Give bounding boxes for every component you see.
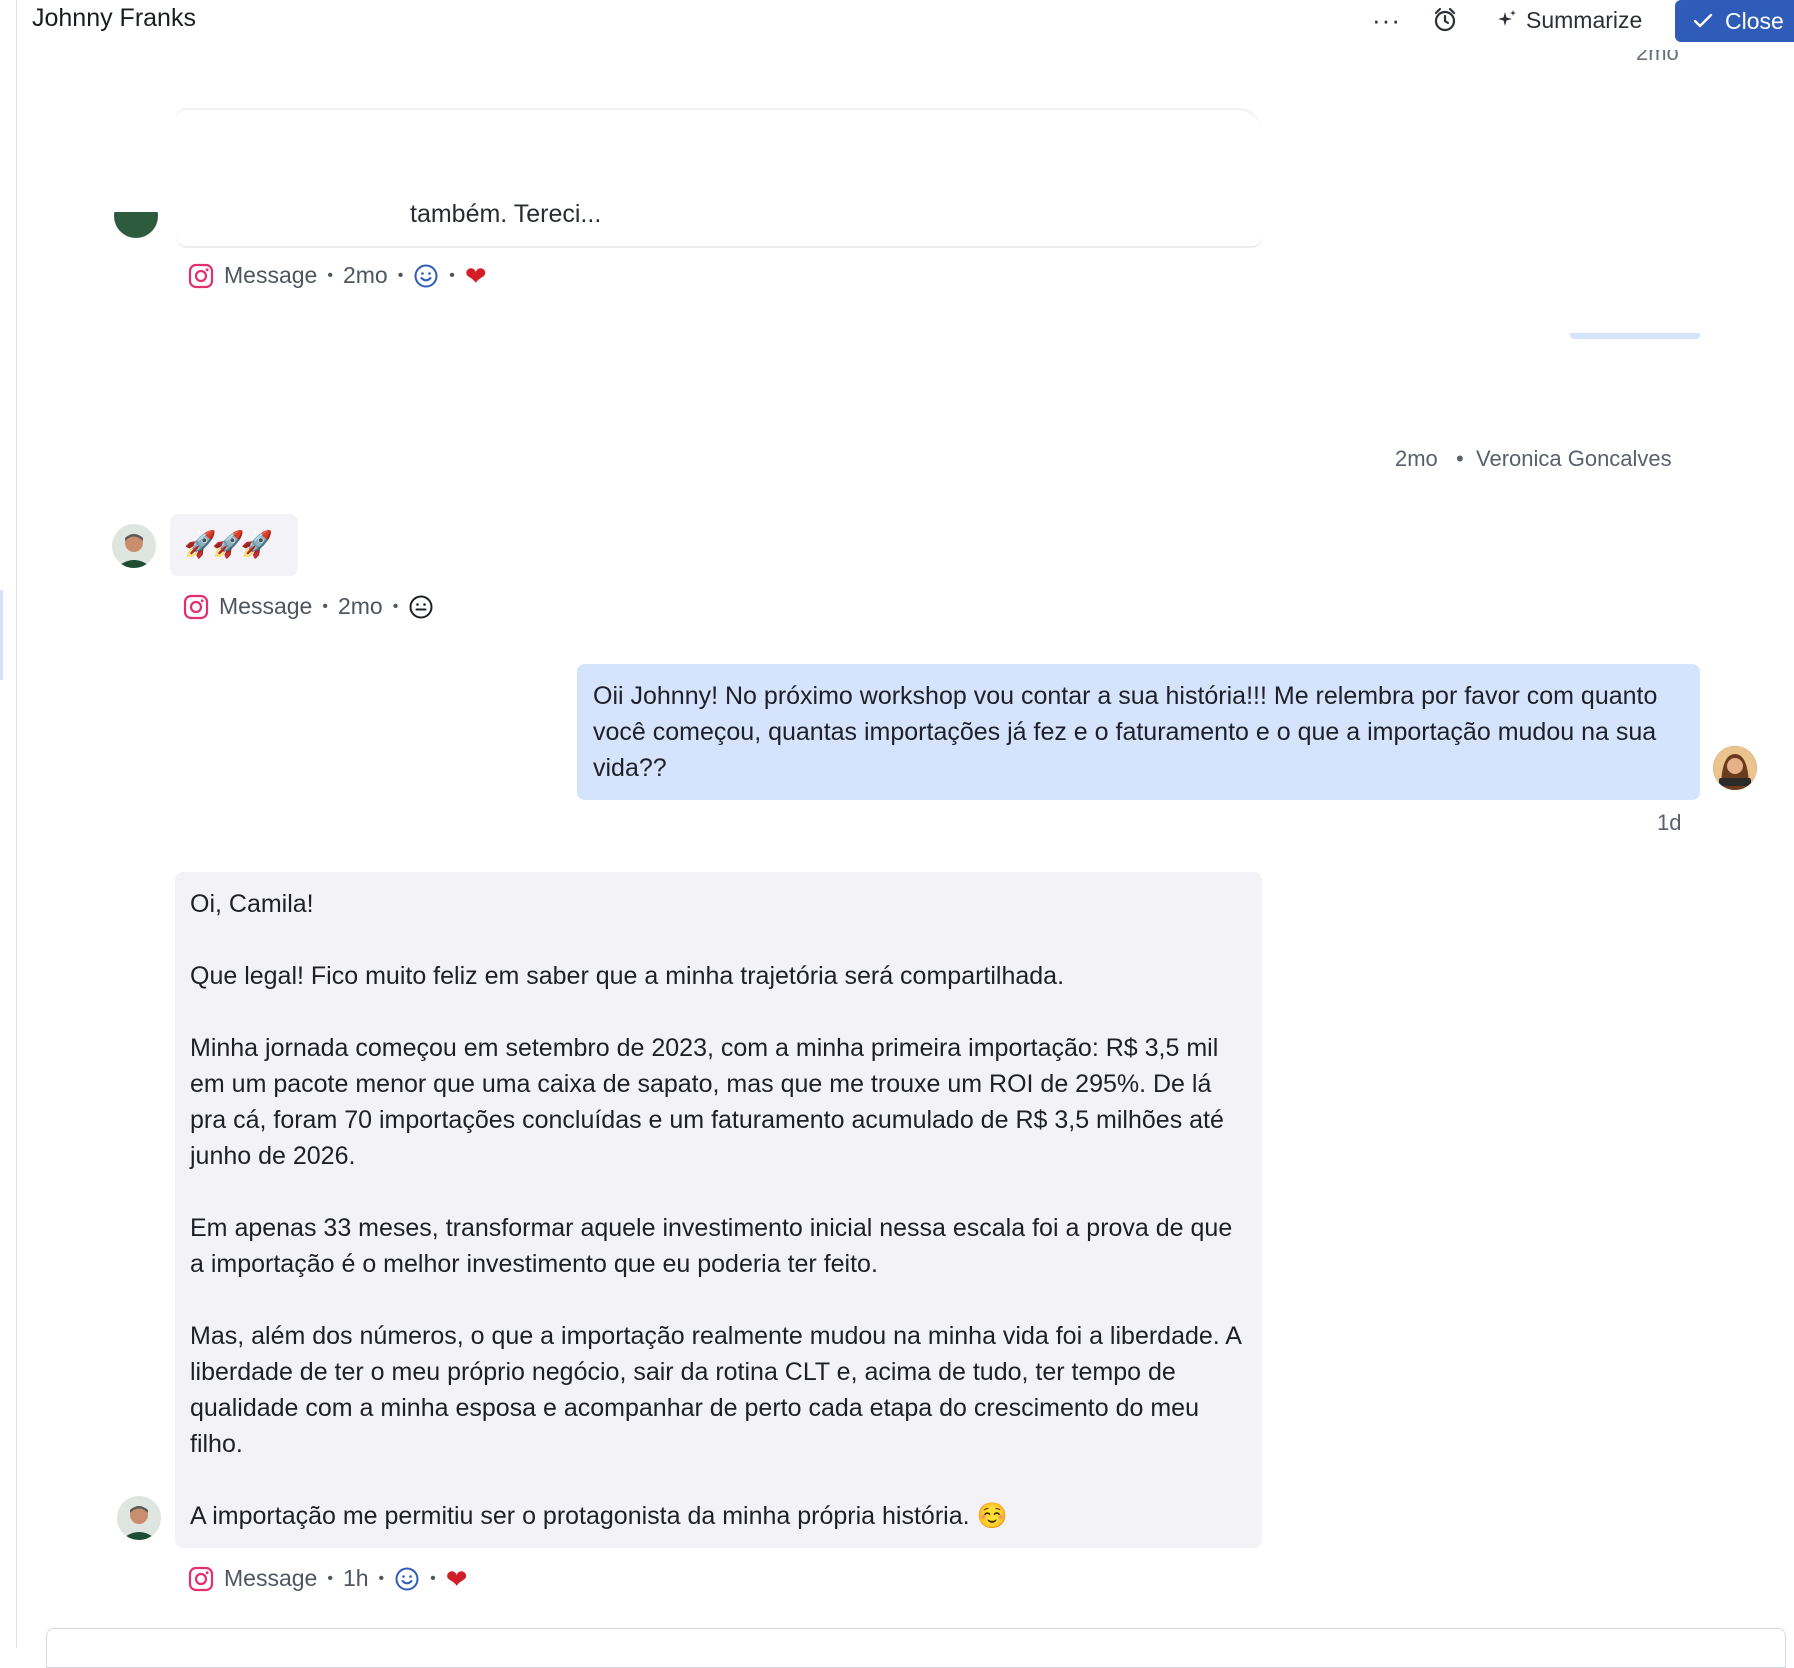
message-text: Oii Johnny! No próximo workshop vou cont… xyxy=(593,682,1658,782)
snooze-button[interactable] xyxy=(1432,2,1458,38)
smiley-icon[interactable] xyxy=(413,263,439,289)
message-bubble: Oi, Camila! Que legal! Fico muito feliz … xyxy=(175,872,1262,1548)
outgoing-message-bubble: Oii Johnny! No próximo workshop vou cont… xyxy=(577,664,1700,800)
message-time: 1d xyxy=(1657,810,1682,835)
summarize-button[interactable]: Summarize xyxy=(1496,2,1642,38)
message-paragraph: Minha jornada começou em setembro de 202… xyxy=(190,1034,1224,1170)
summarize-label: Summarize xyxy=(1526,6,1643,33)
left-border xyxy=(16,0,17,1648)
message-paragraph: Em apenas 33 meses, transformar aquele i… xyxy=(190,1214,1233,1278)
message-meta: Message • 2mo • • ❤ xyxy=(188,262,487,289)
contact-name: Johnny Franks xyxy=(32,4,196,32)
avatar xyxy=(117,1496,161,1540)
separator-dot: • xyxy=(1456,446,1464,471)
separator-dot: • xyxy=(397,266,404,284)
outgoing-bubble-edge xyxy=(1570,333,1700,339)
heart-icon[interactable]: ❤ xyxy=(465,263,487,289)
contact-photo xyxy=(117,1496,161,1540)
message-paragraph: Mas, além dos números, o que a importaçã… xyxy=(190,1322,1241,1458)
message-time: 2mo xyxy=(342,262,388,288)
message-time: 2mo xyxy=(1395,446,1438,471)
separator-dot: • xyxy=(449,266,455,284)
instagram-icon xyxy=(188,263,214,288)
reply-composer[interactable] xyxy=(46,1628,1786,1668)
instagram-icon xyxy=(183,594,209,619)
smiley-icon[interactable] xyxy=(394,1566,420,1592)
separator-dot: • xyxy=(392,597,399,615)
channel-label: Message xyxy=(224,262,318,288)
left-accent-bar xyxy=(0,590,3,680)
sparkle-icon xyxy=(1498,10,1516,26)
heart-icon[interactable]: ❤ xyxy=(446,1566,468,1592)
message-paragraph: A importação me permitiu ser o protagoni… xyxy=(190,1502,1008,1530)
agent-photo xyxy=(1713,746,1757,790)
message-time: 1h xyxy=(342,1565,369,1591)
faded-message-bubble xyxy=(176,110,1262,246)
message-paragraph: Que legal! Fico muito feliz em saber que… xyxy=(190,962,1065,990)
contact-photo xyxy=(112,524,156,568)
channel-label: Message xyxy=(224,1565,318,1591)
alarm-clock-icon xyxy=(1434,7,1456,32)
more-options-button[interactable]: ··· xyxy=(1372,2,1401,38)
separator-dot: • xyxy=(322,597,328,615)
message-bubble: 🚀🚀🚀 xyxy=(170,514,298,576)
message-meta: Message • 2mo • xyxy=(183,593,434,620)
faded-message-text: também. Tereci... xyxy=(410,200,602,226)
separator-dot: • xyxy=(430,1569,436,1587)
close-conversation-button[interactable]: Close xyxy=(1675,0,1794,42)
smiley-icon[interactable] xyxy=(408,594,434,620)
channel-label: Message xyxy=(219,593,313,619)
separator-dot: • xyxy=(327,1569,333,1587)
instagram-icon xyxy=(188,1566,214,1591)
avatar xyxy=(114,212,158,238)
avatar xyxy=(1713,746,1757,790)
message-time: 2mo xyxy=(337,593,383,619)
separator-dot: • xyxy=(327,266,333,284)
avatar xyxy=(112,524,156,568)
conversation-header: Johnny Franks ··· Summarize Close xyxy=(0,0,1794,44)
close-label: Close xyxy=(1725,7,1784,34)
message-text: 🚀🚀🚀 xyxy=(184,529,273,559)
message-paragraph: Oi, Camila! xyxy=(190,890,314,918)
author-name: Veronica Goncalves xyxy=(1476,446,1672,471)
check-icon xyxy=(1693,13,1713,28)
previous-message-time: 2mo xyxy=(1636,50,1679,65)
separator-dot: • xyxy=(378,1569,385,1587)
message-meta: Message • 1h • • ❤ xyxy=(188,1565,468,1592)
